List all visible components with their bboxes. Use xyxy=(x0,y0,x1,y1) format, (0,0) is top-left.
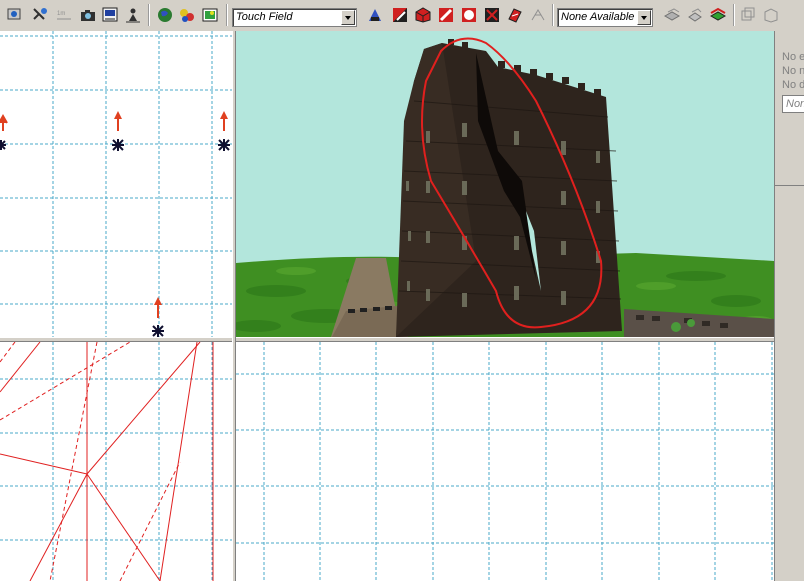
marker-group[interactable] xyxy=(112,111,124,151)
bottom-left-viewport[interactable] xyxy=(0,342,232,581)
3d-viewport[interactable] xyxy=(236,31,774,337)
none-available-combo[interactable]: None Available xyxy=(557,8,653,27)
svg-text:1m: 1m xyxy=(57,11,65,17)
chevron-down-icon[interactable] xyxy=(341,10,355,25)
wireframe-view xyxy=(0,342,232,581)
main-toolbar: 1m Touch Field None Available xyxy=(0,0,804,32)
marker-group[interactable] xyxy=(152,297,164,337)
ruler-icon[interactable]: 1m xyxy=(55,6,73,24)
chevron-down-icon[interactable] xyxy=(637,10,651,25)
globe-icon[interactable] xyxy=(156,6,174,24)
sphere-icon[interactable] xyxy=(460,6,478,24)
touch-field-combo[interactable]: Touch Field xyxy=(232,8,357,27)
bottom-right-viewport[interactable] xyxy=(236,342,774,581)
transform-icon[interactable] xyxy=(483,6,501,24)
image-icon[interactable] xyxy=(201,6,219,24)
bottom-right-grid xyxy=(236,342,774,581)
properties-line-2: No n xyxy=(782,65,804,77)
properties-field[interactable]: Non xyxy=(782,95,804,113)
paint-icon[interactable] xyxy=(391,6,409,24)
properties-line-1: No e xyxy=(782,51,804,63)
measure-icon[interactable] xyxy=(31,6,49,24)
none-available-combo-text: None Available xyxy=(561,11,635,23)
stack-icon[interactable] xyxy=(686,6,704,24)
properties-panel: No e No n No d Non xyxy=(774,31,804,581)
wireframe-icon[interactable] xyxy=(529,6,547,24)
camera-icon[interactable] xyxy=(79,6,97,24)
objects-icon[interactable] xyxy=(178,6,196,24)
properties-line-3: No d xyxy=(782,79,804,91)
3d-scene xyxy=(236,37,774,337)
marker-group[interactable] xyxy=(0,113,8,150)
top-left-grid xyxy=(0,31,232,337)
rotate-icon[interactable] xyxy=(506,6,524,24)
cube-icon[interactable] xyxy=(414,6,432,24)
panel-divider xyxy=(775,185,804,186)
marker-group[interactable] xyxy=(218,111,230,151)
box-icon[interactable] xyxy=(762,6,780,24)
touch-field-combo-text: Touch Field xyxy=(236,11,293,23)
tools-icon[interactable] xyxy=(101,6,119,24)
pencil-icon[interactable] xyxy=(437,6,455,24)
select-icon[interactable] xyxy=(6,6,24,24)
shape-tool-icon[interactable] xyxy=(366,6,384,24)
person-icon[interactable] xyxy=(124,6,142,24)
frame-icon[interactable] xyxy=(739,6,757,24)
copy-icon[interactable] xyxy=(709,6,727,24)
layer-icon[interactable] xyxy=(663,6,681,24)
top-left-viewport[interactable] xyxy=(0,31,232,337)
